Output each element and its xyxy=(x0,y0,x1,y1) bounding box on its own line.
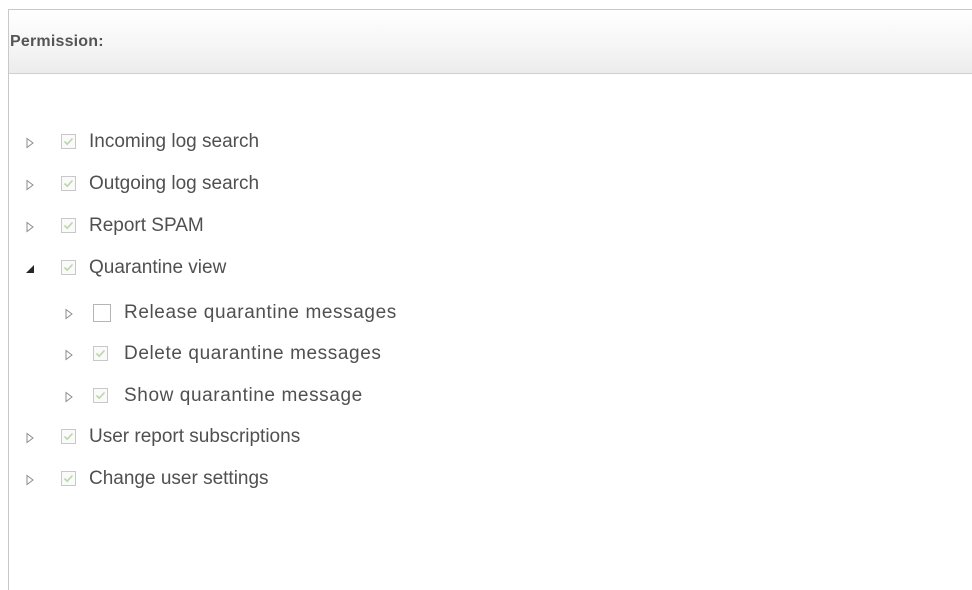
tree-node-label[interactable]: Show quarantine message xyxy=(124,385,363,407)
tree-node-label[interactable]: Report SPAM xyxy=(89,215,204,237)
tree-node[interactable]: Outgoing log search xyxy=(9,170,969,200)
tree-node-label[interactable]: Release quarantine messages xyxy=(124,302,397,324)
permission-panel: Permission: Incoming log search Outgoing … xyxy=(8,9,972,590)
tree-node[interactable]: Delete quarantine messages xyxy=(9,340,969,370)
checkbox-checked[interactable] xyxy=(93,346,108,361)
expand-arrow-right-icon[interactable] xyxy=(62,348,76,362)
checkbox-checked[interactable] xyxy=(93,388,108,403)
expand-arrow-right-icon[interactable] xyxy=(23,473,37,487)
checkbox-checked[interactable] xyxy=(61,260,76,275)
checkmark-icon xyxy=(63,179,74,188)
tree-node[interactable]: Release quarantine messages xyxy=(9,299,969,329)
expand-arrow-right-icon[interactable] xyxy=(62,307,76,321)
checkmark-icon xyxy=(63,137,74,146)
checkbox-checked[interactable] xyxy=(61,176,76,191)
tree-node-label[interactable]: User report subscriptions xyxy=(89,426,300,448)
tree-node[interactable]: Change user settings xyxy=(9,465,969,495)
checkbox-checked[interactable] xyxy=(61,218,76,233)
expand-arrow-right-icon[interactable] xyxy=(23,178,37,192)
expand-arrow-down-icon[interactable] xyxy=(23,262,37,276)
checkbox-unchecked[interactable] xyxy=(93,304,111,322)
panel-header: Permission: xyxy=(9,10,972,74)
checkmark-icon xyxy=(63,432,74,441)
checkmark-icon xyxy=(63,221,74,230)
checkbox-checked[interactable] xyxy=(61,429,76,444)
expand-arrow-right-icon[interactable] xyxy=(62,390,76,404)
tree-node-label[interactable]: Quarantine view xyxy=(89,257,226,279)
tree-node[interactable]: Report SPAM xyxy=(9,212,969,242)
tree-node-label[interactable]: Outgoing log search xyxy=(89,173,259,195)
tree-node-label[interactable]: Delete quarantine messages xyxy=(124,343,381,365)
tree-node[interactable]: Quarantine view xyxy=(9,254,969,284)
checkbox-checked[interactable] xyxy=(61,134,76,149)
checkmark-icon xyxy=(63,474,74,483)
expand-arrow-right-icon[interactable] xyxy=(23,136,37,150)
expand-arrow-right-icon[interactable] xyxy=(23,431,37,445)
panel-title: Permission: xyxy=(10,32,104,50)
checkmark-icon xyxy=(63,263,74,272)
tree-node-label[interactable]: Change user settings xyxy=(89,468,269,490)
checkmark-icon xyxy=(95,349,106,358)
tree-node-label[interactable]: Incoming log search xyxy=(89,131,259,153)
checkbox-checked[interactable] xyxy=(61,471,76,486)
tree-node[interactable]: Show quarantine message xyxy=(9,382,969,412)
expand-arrow-right-icon[interactable] xyxy=(23,220,37,234)
checkmark-icon xyxy=(95,391,106,400)
tree-node[interactable]: User report subscriptions xyxy=(9,423,969,453)
tree-node[interactable]: Incoming log search xyxy=(9,128,969,158)
